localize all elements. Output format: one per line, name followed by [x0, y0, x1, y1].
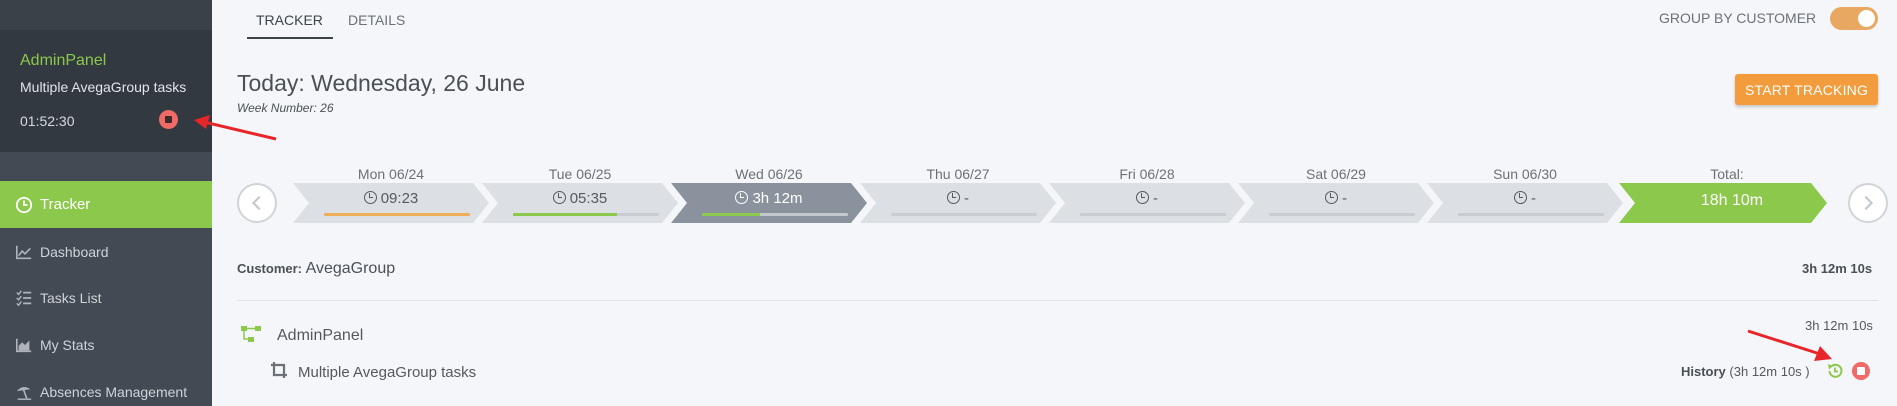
- customer-heading: Customer: AvegaGroup: [237, 260, 395, 278]
- clock-icon: [1325, 191, 1338, 204]
- day-label: Sat 06/29: [1306, 166, 1366, 182]
- clock-icon: [14, 195, 34, 215]
- timer-task-name: Multiple AvegaGroup tasks: [20, 79, 187, 95]
- week-number: Week Number: 26: [237, 101, 334, 115]
- sidebar-item-label: My Stats: [40, 336, 95, 353]
- sidebar-item-my-stats[interactable]: My Stats: [0, 321, 212, 368]
- day-hours-value: 05:35: [569, 190, 608, 207]
- day-hours: -: [1241, 190, 1431, 207]
- divider: [237, 300, 1878, 301]
- crop-task-icon: [271, 362, 287, 378]
- day-hours-value: -: [964, 190, 969, 207]
- day-label: Wed 06/26: [735, 166, 803, 182]
- sidebar-item-dashboard[interactable]: Dashboard: [0, 228, 212, 275]
- chevron-right-icon: [1864, 195, 1874, 211]
- task-stop-button[interactable]: [1852, 362, 1870, 380]
- day-progress-fill: [702, 213, 761, 216]
- project-total: 3h 12m 10s: [1805, 318, 1873, 333]
- day-progress-bar: [891, 213, 1037, 216]
- customer-total: 3h 12m 10s: [1802, 261, 1873, 276]
- day-hours-value: -: [1153, 190, 1158, 207]
- week-total-value: 18h 10m: [1700, 192, 1764, 209]
- annotation-arrow: [194, 115, 277, 141]
- day-progress-fill: [513, 213, 617, 216]
- day-hours: -: [863, 190, 1053, 207]
- day-hours-value: 3h 12m: [752, 190, 803, 207]
- task-name[interactable]: Multiple AvegaGroup tasks: [298, 364, 476, 381]
- history-label: History: [1681, 364, 1726, 379]
- running-timer-card: AdminPanel Multiple AvegaGroup tasks 01:…: [0, 30, 212, 152]
- day-progress-bar: [324, 213, 470, 216]
- day-label: Fri 06/28: [1119, 166, 1175, 182]
- clock-icon: [735, 191, 749, 204]
- project-name[interactable]: AdminPanel: [277, 327, 363, 345]
- next-week-button[interactable]: [1848, 183, 1888, 223]
- day-progress-bar: [1080, 213, 1226, 216]
- day-progress-bar: [1458, 213, 1604, 216]
- day-hours-value: -: [1531, 190, 1536, 207]
- group-by-customer-toggle[interactable]: [1830, 7, 1878, 30]
- day-label: Thu 06/27: [926, 166, 990, 182]
- sidebar-item-label: Absences Management: [40, 383, 188, 400]
- day-progress-bar: [1269, 213, 1415, 216]
- timer-elapsed: 01:52:30: [20, 113, 75, 129]
- start-tracking-button[interactable]: START TRACKING: [1735, 74, 1878, 105]
- history-restart-icon[interactable]: [1826, 362, 1844, 380]
- timer-project-name[interactable]: AdminPanel: [20, 52, 106, 70]
- active-tab-indicator: [247, 37, 333, 39]
- day-progress-bar: [702, 213, 848, 216]
- area-chart-icon: [14, 335, 34, 355]
- chevron-left-icon: [251, 195, 261, 211]
- day-progress-fill: [324, 213, 470, 216]
- page-title: Today: Wednesday, 26 June: [237, 70, 526, 96]
- beach-umbrella-icon: [14, 382, 34, 402]
- sidebar-item-label: Tracker: [40, 196, 91, 213]
- day-label: Tue 06/25: [548, 166, 612, 182]
- timer-stop-button[interactable]: [159, 110, 178, 129]
- day-label: Sun 06/30: [1493, 166, 1557, 182]
- tab-tracker[interactable]: TRACKER: [256, 12, 323, 28]
- day-hours: 09:23: [296, 190, 486, 207]
- day-hours: -: [1430, 190, 1620, 207]
- task-list-icon: [14, 288, 34, 308]
- clock-icon: [947, 191, 960, 204]
- day-progress-bar: [513, 213, 659, 216]
- week-total-label: Total:: [1710, 166, 1744, 182]
- sidebar: AdminPanel Multiple AvegaGroup tasks 01:…: [0, 0, 212, 406]
- day-hours: 05:35: [485, 190, 675, 207]
- line-chart-icon: [14, 242, 34, 262]
- day-label: Mon 06/24: [357, 166, 425, 182]
- clock-icon: [363, 191, 377, 204]
- clock-icon: [1136, 191, 1149, 204]
- clock-icon: [552, 191, 566, 204]
- day-hours: -: [1052, 190, 1242, 207]
- sidebar-item-label: Dashboard: [40, 243, 109, 260]
- sidebar-header: [0, 0, 212, 30]
- tab-details[interactable]: DETAILS: [348, 12, 405, 28]
- sidebar-item-absences-management[interactable]: Absences Management: [0, 368, 212, 406]
- history-value: (3h 12m 10s ): [1729, 364, 1810, 379]
- group-by-customer-label: GROUP BY CUSTOMER: [1659, 10, 1817, 26]
- sidebar-item-label: Tasks List: [40, 289, 102, 306]
- sidebar-item-tasks-list[interactable]: Tasks List: [0, 274, 212, 321]
- previous-week-button[interactable]: [237, 183, 277, 223]
- day-hours-value: 09:23: [380, 190, 419, 207]
- task-history[interactable]: History (3h 12m 10s ): [1681, 364, 1810, 379]
- day-hours-value: -: [1342, 190, 1347, 207]
- clock-icon: [1514, 191, 1527, 204]
- project-tree-icon: [241, 326, 261, 342]
- customer-name: AvegaGroup: [305, 260, 396, 277]
- sidebar-item-tracker[interactable]: Tracker: [0, 181, 212, 228]
- customer-prefix: Customer:: [237, 261, 303, 276]
- day-hours: 3h 12m: [674, 190, 864, 207]
